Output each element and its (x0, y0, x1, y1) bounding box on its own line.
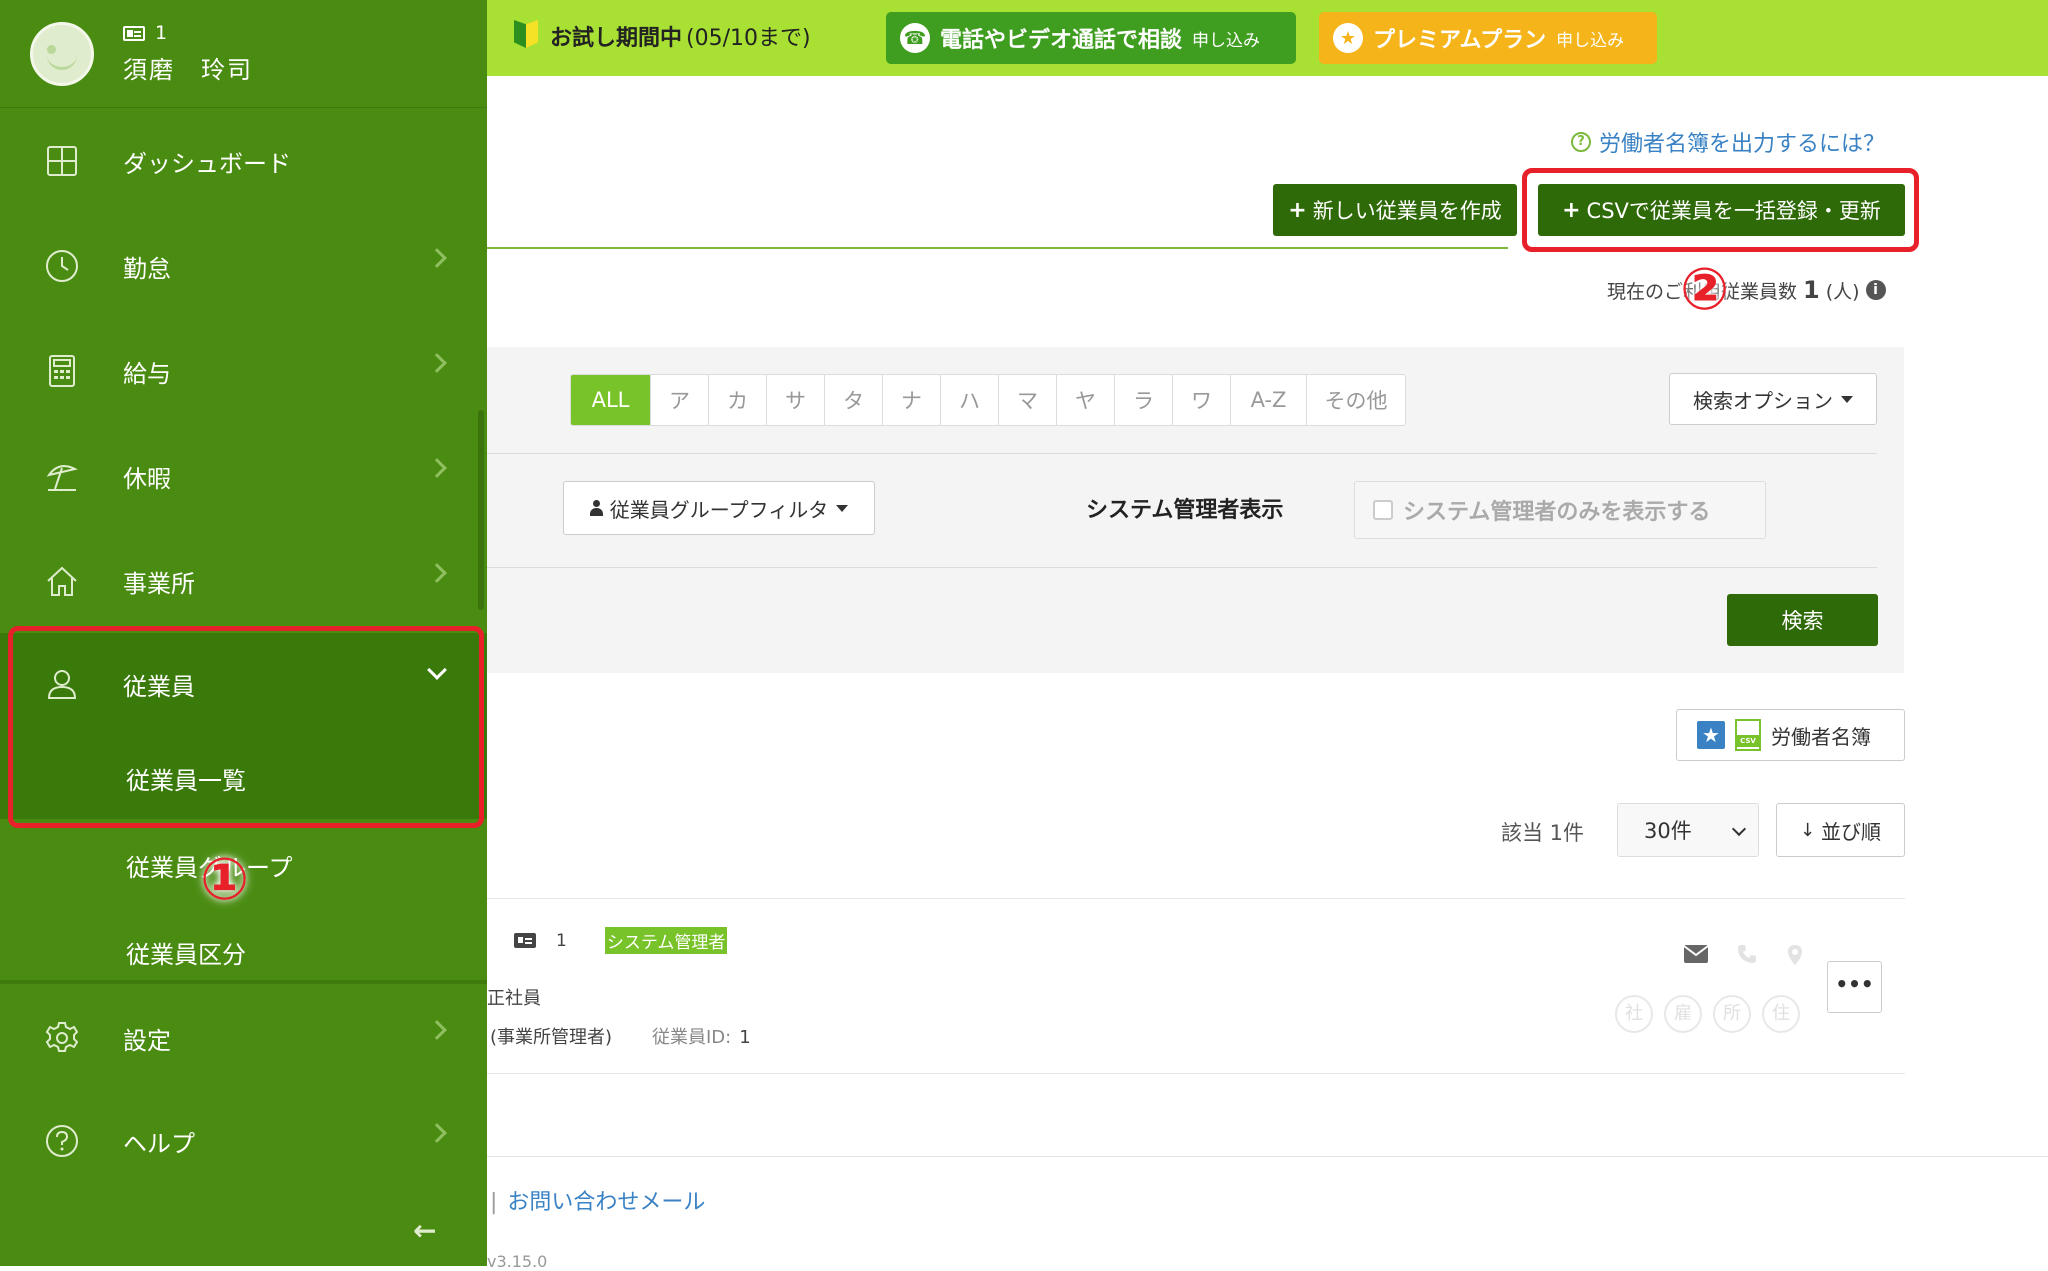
kana-filter-ma[interactable]: マ (999, 375, 1057, 425)
sysadmin-display-label: システム管理者表示 (1086, 498, 1284, 523)
employee-id-line: 1 システム管理者 (514, 927, 728, 954)
footer-contact: | お問い合わせメール (490, 1190, 706, 1215)
employee-office-role: (事業所管理者) (490, 1027, 613, 1048)
profile-name: 須磨 玲司 (123, 56, 253, 84)
search-options-dropdown[interactable]: 検索オプション (1669, 373, 1877, 425)
sidebar-scrollbar[interactable] (478, 410, 484, 610)
sidebar-divider (0, 980, 487, 984)
chevron-right-icon (427, 458, 447, 478)
sort-order-button[interactable]: ↓ 並び順 (1776, 803, 1905, 857)
kana-filter-sa[interactable]: サ (767, 375, 825, 425)
employee-id-field: 従業員ID: 1 (652, 1027, 751, 1048)
employee-group-filter[interactable]: 従業員グループフィルタ (563, 481, 875, 535)
sidebar-item-payroll[interactable]: 給与 (0, 320, 487, 420)
clock-icon (46, 250, 78, 282)
sort-icon: ↓ (1799, 819, 1816, 841)
checkbox[interactable] (1373, 500, 1393, 520)
sidebar-item-office[interactable]: 事業所 (0, 530, 487, 630)
caret-down-icon (1841, 395, 1853, 403)
header-underline (487, 247, 1508, 249)
search-button[interactable]: 検索 (1727, 594, 1878, 646)
tag-resident-tax: 住 (1762, 995, 1800, 1033)
star-icon: ★ (1333, 23, 1363, 53)
avatar (30, 22, 94, 86)
dashboard-icon (47, 146, 77, 176)
search-divider (487, 453, 1877, 454)
chevron-right-icon (427, 1020, 447, 1040)
tag-employment-insurance: 雇 (1664, 995, 1702, 1033)
sidebar-item-dashboard[interactable]: ダッシュボード (0, 110, 487, 210)
sidebar-item-attendance[interactable]: 勤怠 (0, 215, 487, 315)
tag-income-tax: 所 (1713, 995, 1751, 1033)
user-profile[interactable]: 1 須磨 玲司 (0, 0, 487, 108)
kana-filter-az[interactable]: A-Z (1231, 375, 1307, 425)
chevron-down-icon (1731, 821, 1747, 837)
id-card-icon (514, 933, 536, 948)
caret-down-icon (836, 504, 849, 512)
employee-count: 現在のご利用従業員数 1 (人) i (1607, 276, 1886, 304)
contact-mail-link[interactable]: お問い合わせメール (507, 1190, 705, 1215)
chevron-right-icon (427, 1123, 447, 1143)
kana-filter-ha[interactable]: ハ (941, 375, 999, 425)
kana-filter-ta[interactable]: タ (825, 375, 883, 425)
search-divider (487, 567, 1877, 568)
step-2-marker: ② (1680, 255, 1730, 323)
per-page-select[interactable]: 30件 (1617, 803, 1759, 857)
chevron-right-icon (427, 563, 447, 583)
row-divider (487, 898, 1905, 899)
more-actions-button[interactable]: ••• (1827, 961, 1882, 1013)
top-bar: お試し期間中 (05/10まで) ☎ 電話やビデオ通話で相談 申し込み ★ プレ… (487, 0, 2048, 76)
kana-filter-wa[interactable]: ワ (1173, 375, 1231, 425)
sidebar-item-help[interactable]: ヘルプ (0, 1090, 487, 1190)
beach-umbrella-icon (46, 465, 78, 491)
employment-type: 正社員 (487, 988, 541, 1009)
worker-roster-button[interactable]: ★ CSV 労働者名簿 (1676, 709, 1905, 761)
star-bookmark-icon: ★ (1697, 721, 1725, 749)
premium-plan-button[interactable]: ★ プレミアムプラン 申し込み (1319, 12, 1657, 64)
roster-help-link[interactable]: ? 労働者名簿を出力するには？ (1571, 126, 1885, 158)
gear-icon (45, 1022, 79, 1052)
kana-filter-ya[interactable]: ヤ (1057, 375, 1115, 425)
sidebar-item-leave[interactable]: 休暇 (0, 425, 487, 525)
highlight-box-step1 (8, 626, 484, 828)
mail-icon[interactable] (1683, 944, 1709, 964)
app-version: v3.15.0 (487, 1252, 548, 1271)
kana-filter-na[interactable]: ナ (883, 375, 941, 425)
sysadmin-only-checkbox[interactable]: システム管理者のみを表示する (1354, 481, 1766, 539)
kana-filter-ka[interactable]: カ (709, 375, 767, 425)
row-divider (487, 1073, 1905, 1074)
profile-employee-id: 1 (123, 22, 167, 44)
phone-icon (1738, 945, 1756, 963)
location-pin-icon (1788, 945, 1802, 965)
help-circle-icon: ? (1571, 132, 1591, 152)
trial-status: お試し期間中 (05/10まで) (514, 20, 811, 52)
question-icon (46, 1125, 78, 1157)
kana-filter-other[interactable]: その他 (1307, 375, 1405, 425)
tag-social-insurance: 社 (1615, 995, 1653, 1033)
plus-icon: + (1288, 197, 1307, 223)
person-icon (589, 500, 603, 516)
beginner-mark-icon (514, 20, 538, 52)
role-badge: システム管理者 (604, 927, 728, 954)
calculator-icon (49, 355, 75, 387)
highlight-box-step2 (1522, 168, 1919, 252)
hit-count: 該当 1件 (1501, 821, 1585, 845)
home-icon (47, 566, 77, 596)
info-icon[interactable]: i (1865, 280, 1886, 300)
phone-icon: ☎ (900, 23, 930, 53)
kana-filter-a[interactable]: ア (651, 375, 709, 425)
id-card-icon (123, 25, 145, 41)
kana-filter-bar: ALL ア カ サ タ ナ ハ マ ヤ ラ ワ A-Z その他 (570, 374, 1406, 426)
new-employee-button[interactable]: + 新しい従業員を作成 (1273, 184, 1517, 236)
collapse-sidebar-icon[interactable]: ← (413, 1214, 436, 1247)
consult-button[interactable]: ☎ 電話やビデオ通話で相談 申し込み (886, 12, 1296, 64)
chevron-right-icon (427, 353, 447, 373)
kana-filter-ra[interactable]: ラ (1115, 375, 1173, 425)
kana-filter-all[interactable]: ALL (571, 375, 651, 425)
sidebar-item-settings[interactable]: 設定 (0, 987, 487, 1087)
footer-divider (487, 1156, 2048, 1157)
chevron-right-icon (427, 248, 447, 268)
step-1-marker: ① (200, 845, 250, 913)
csv-file-icon: CSV (1735, 719, 1761, 751)
